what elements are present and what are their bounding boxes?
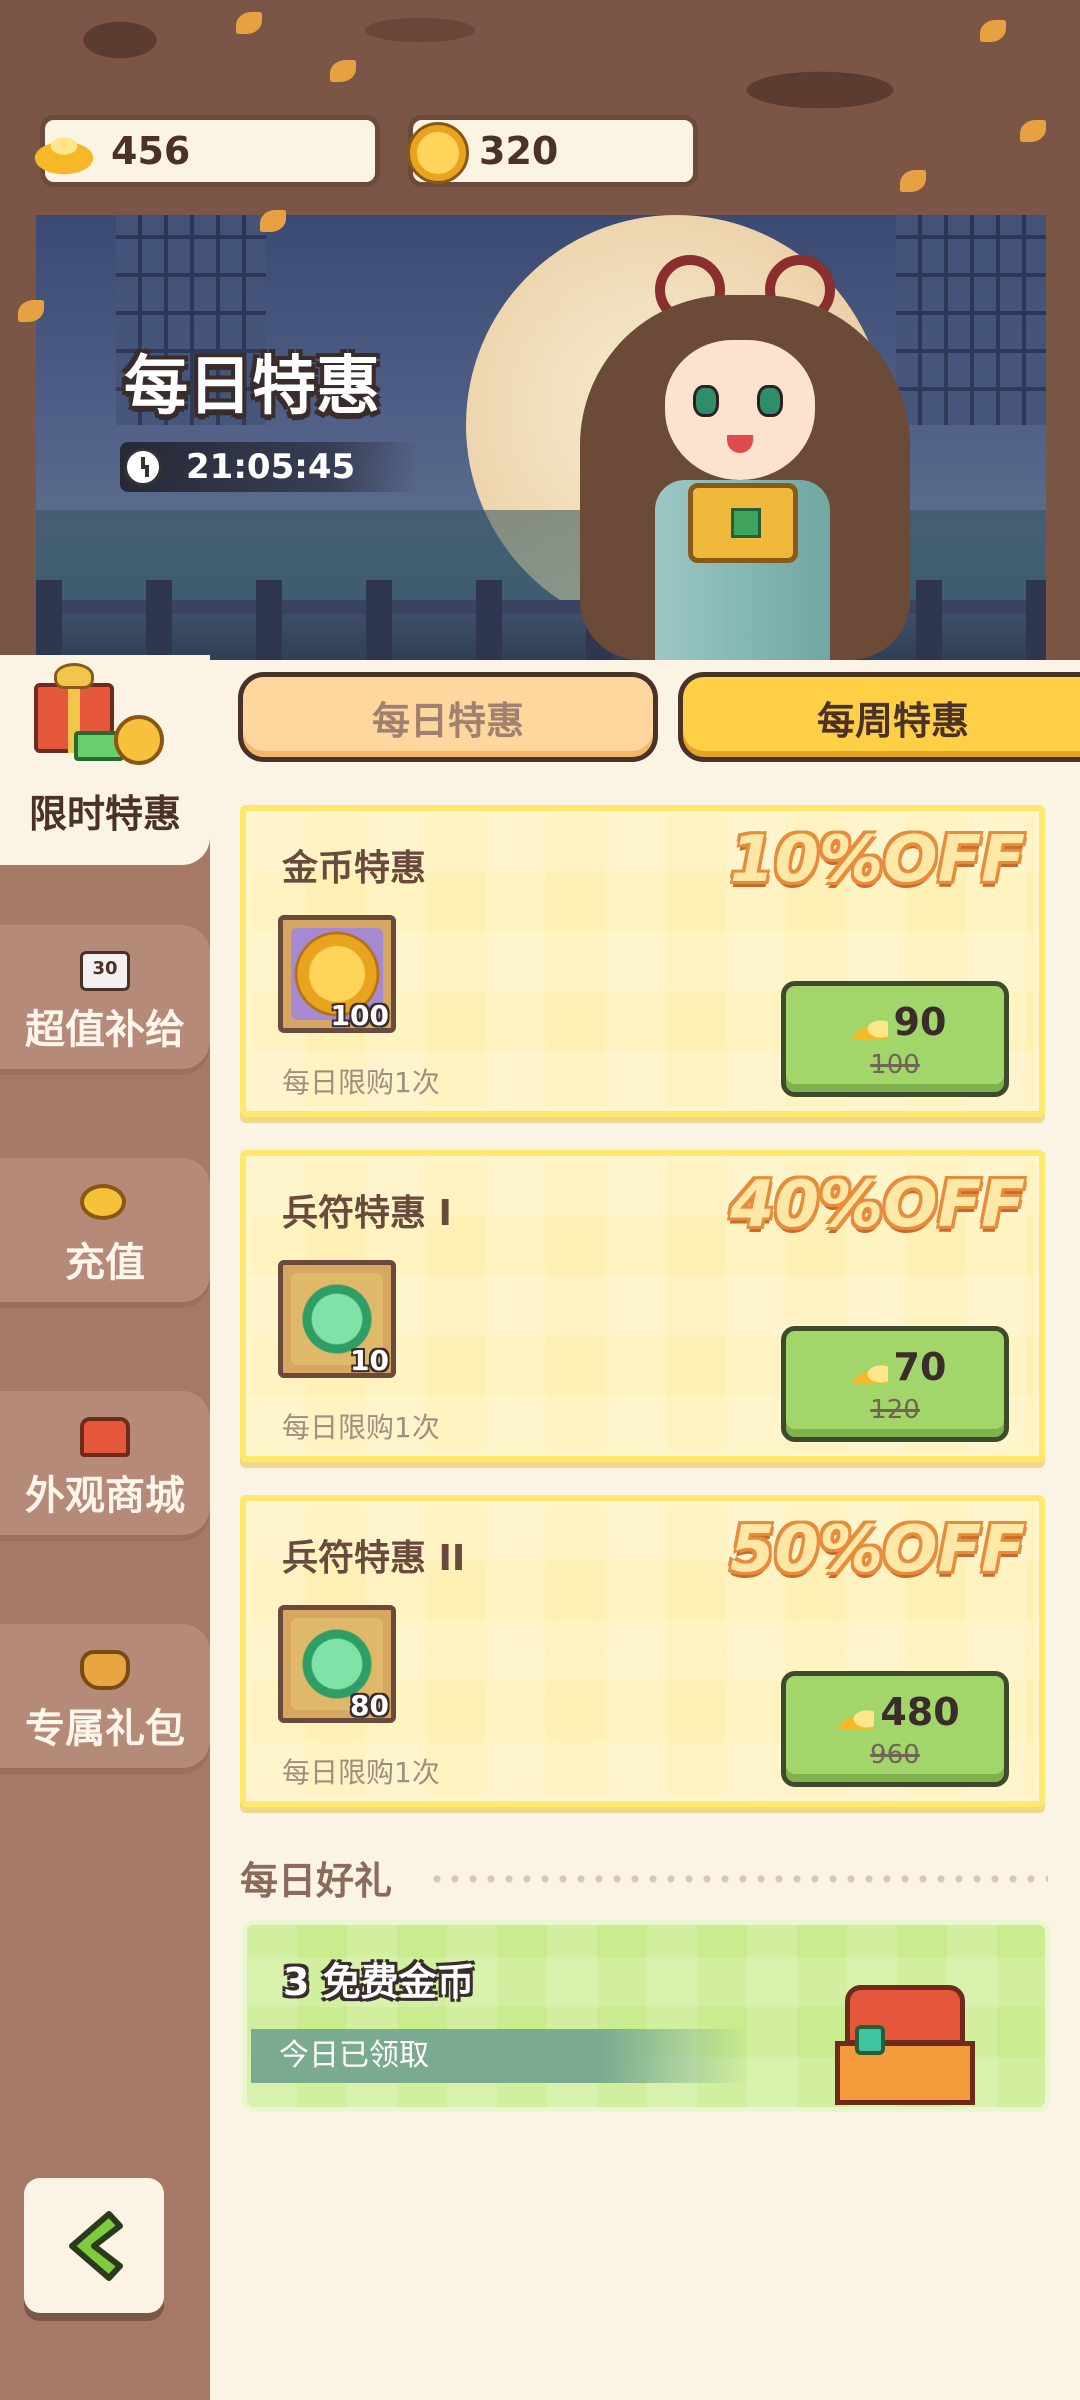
sidebar-item-supply[interactable]: 30 超值补给: [0, 925, 210, 1075]
supply-30-icon: 30: [80, 951, 130, 991]
claimed-status: 今日已领取: [251, 2029, 751, 2083]
discount-badge: 10%OFF: [729, 823, 1025, 897]
gold-ingot-icon: [27, 122, 101, 180]
eye: [757, 385, 783, 417]
daily-gift-card[interactable]: 3 免费金币 今日已领取: [242, 1920, 1050, 2112]
sidebar-item-limited-offer[interactable]: 限时特惠: [0, 655, 210, 865]
gold-ingot-icon: [830, 1695, 875, 1729]
buy-button[interactable]: 90 100: [781, 981, 1009, 1097]
discount-badge: 40%OFF: [729, 1168, 1025, 1242]
offer-name: 金币特惠: [282, 848, 427, 889]
gold-ingot-icon: [80, 1184, 126, 1220]
tab-daily-offers[interactable]: 每日特惠: [238, 672, 658, 762]
purchase-limit: 每日限购1次: [282, 1756, 440, 1789]
price: 90: [893, 1000, 947, 1044]
gift-box-icon: [34, 663, 164, 765]
sidebar-item-label: 充值: [65, 1240, 145, 1286]
offer-card: 兵符特惠 II 50%OFF 80 每日限购1次 480 960: [240, 1495, 1045, 1807]
offer-item-slot[interactable]: 80: [278, 1605, 396, 1723]
offer-name: 兵符特惠 II: [282, 1538, 466, 1579]
character-illustration: [580, 255, 920, 660]
buy-button[interactable]: 480 960: [781, 1671, 1009, 1787]
countdown-timer: 21:05:45: [120, 442, 420, 492]
offer-item-slot[interactable]: 100: [278, 915, 396, 1033]
price: 70: [893, 1345, 947, 1389]
sidebar-item-recharge[interactable]: 充值: [0, 1158, 210, 1308]
purchase-limit: 每日限购1次: [282, 1411, 440, 1444]
gold-coin-icon: [407, 122, 481, 184]
chest-icon: [688, 483, 798, 563]
timer-text: 21:05:45: [186, 447, 356, 487]
sidebar-item-label: 专属礼包: [25, 1706, 185, 1752]
sidebar-item-label: 超值补给: [25, 1007, 185, 1053]
sidebar-item-appearance-shop[interactable]: 外观商城: [0, 1391, 210, 1541]
sidebar-item-exclusive-pack[interactable]: 专属礼包: [0, 1624, 210, 1774]
mouth: [727, 435, 753, 453]
sidebar: 限时特惠 30 超值补给 充值 外观商城 专属礼包: [0, 655, 210, 2400]
offer-name: 兵符特惠 I: [282, 1193, 452, 1234]
gold-ingot-icon: [843, 1005, 888, 1039]
sidebar-item-label: 限时特惠: [28, 792, 181, 836]
original-price: 100: [870, 1050, 920, 1080]
back-button[interactable]: [24, 2178, 164, 2313]
offer-card: 金币特惠 10%OFF 100 每日限购1次 90 100: [240, 805, 1045, 1117]
gold-ingot-icon: [843, 1350, 888, 1384]
hero-banner: 每日特惠 21:05:45: [0, 0, 1080, 660]
purchase-limit: 每日限购1次: [282, 1066, 440, 1099]
discount-badge: 50%OFF: [729, 1513, 1025, 1587]
item-quantity: 80: [350, 1689, 389, 1722]
price: 480: [880, 1690, 960, 1734]
section-title: 每日好礼: [240, 1859, 393, 1903]
eye: [693, 385, 719, 417]
clock-icon: [124, 448, 162, 486]
buy-button[interactable]: 70 120: [781, 1326, 1009, 1442]
page-title: 每日特惠: [124, 350, 380, 424]
item-quantity: 100: [330, 999, 389, 1032]
currency-ingot[interactable]: 456: [27, 115, 380, 187]
character-face: [665, 340, 815, 480]
ingot-count: 456: [111, 129, 191, 173]
back-arrow-icon: [69, 2210, 123, 2281]
gift-title: 3 免费金币: [283, 1960, 475, 2004]
treasure-chest-icon: [835, 1985, 985, 2105]
offer-item-slot[interactable]: 10: [278, 1260, 396, 1378]
offer-card: 兵符特惠 I 40%OFF 10 每日限购1次 70 120: [240, 1150, 1045, 1462]
sidebar-item-label: 外观商城: [25, 1473, 185, 1519]
original-price: 960: [870, 1740, 920, 1770]
coin-count: 320: [479, 129, 559, 173]
tab-weekly-offers[interactable]: 每周特惠: [678, 672, 1080, 762]
item-quantity: 10: [350, 1344, 389, 1377]
gift-bag-icon: [80, 1650, 130, 1690]
divider-dots: [428, 1875, 1048, 1883]
currency-coin[interactable]: 320: [407, 115, 698, 187]
original-price: 120: [870, 1395, 920, 1425]
shop-icon: [80, 1417, 130, 1457]
